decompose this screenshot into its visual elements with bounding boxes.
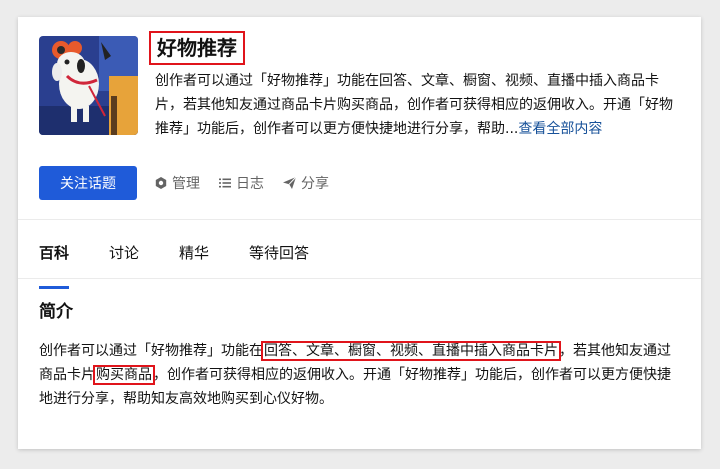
topic-title: 好物推荐 bbox=[149, 31, 245, 65]
tab-discussion[interactable]: 讨论 bbox=[109, 239, 139, 279]
intro-heading: 简介 bbox=[39, 302, 73, 322]
log-button[interactable]: 日志 bbox=[218, 173, 264, 193]
topic-tabs: 百科 讨论 精华 等待回答 bbox=[39, 239, 349, 289]
intro-text: 创作者可以通过「好物推荐」功能在回答、文章、橱窗、视频、直播中插入商品卡片，若其… bbox=[39, 339, 679, 411]
intro-highlight-1: 回答、文章、橱窗、视频、直播中插入商品卡片 bbox=[261, 341, 561, 361]
share-button[interactable]: 分享 bbox=[282, 173, 329, 193]
view-all-link[interactable]: 查看全部内容 bbox=[518, 121, 602, 137]
tab-featured[interactable]: 精华 bbox=[179, 239, 209, 279]
manage-button[interactable]: 管理 bbox=[154, 173, 200, 193]
tab-waiting-answers[interactable]: 等待回答 bbox=[249, 239, 309, 279]
intro-highlight-2: 购买商品 bbox=[93, 365, 155, 385]
topic-card: 好物推荐 创作者可以通过「好物推荐」功能在回答、文章、橱窗、视频、直播中插入商品… bbox=[18, 17, 701, 449]
manage-label: 管理 bbox=[172, 176, 200, 192]
log-label: 日志 bbox=[236, 176, 264, 192]
list-icon bbox=[219, 178, 231, 188]
intro-part-1: 创作者可以通过「好物推荐」功能在 bbox=[39, 343, 263, 359]
follow-topic-button[interactable]: 关注话题 bbox=[39, 166, 137, 200]
topic-description: 创作者可以通过「好物推荐」功能在回答、文章、橱窗、视频、直播中插入商品卡片，若其… bbox=[155, 69, 685, 141]
hexagon-gear-icon bbox=[155, 177, 167, 189]
topic-header: 好物推荐 创作者可以通过「好物推荐」功能在回答、文章、橱窗、视频、直播中插入商品… bbox=[18, 17, 701, 219]
paper-plane-icon bbox=[283, 176, 297, 189]
share-label: 分享 bbox=[301, 176, 329, 192]
tabs-divider bbox=[18, 278, 701, 279]
topic-actions: 关注话题 管理 日志 分享 bbox=[39, 166, 329, 200]
header-divider bbox=[18, 219, 701, 220]
tab-baike[interactable]: 百科 bbox=[39, 239, 70, 289]
topic-cover-image bbox=[39, 36, 138, 135]
